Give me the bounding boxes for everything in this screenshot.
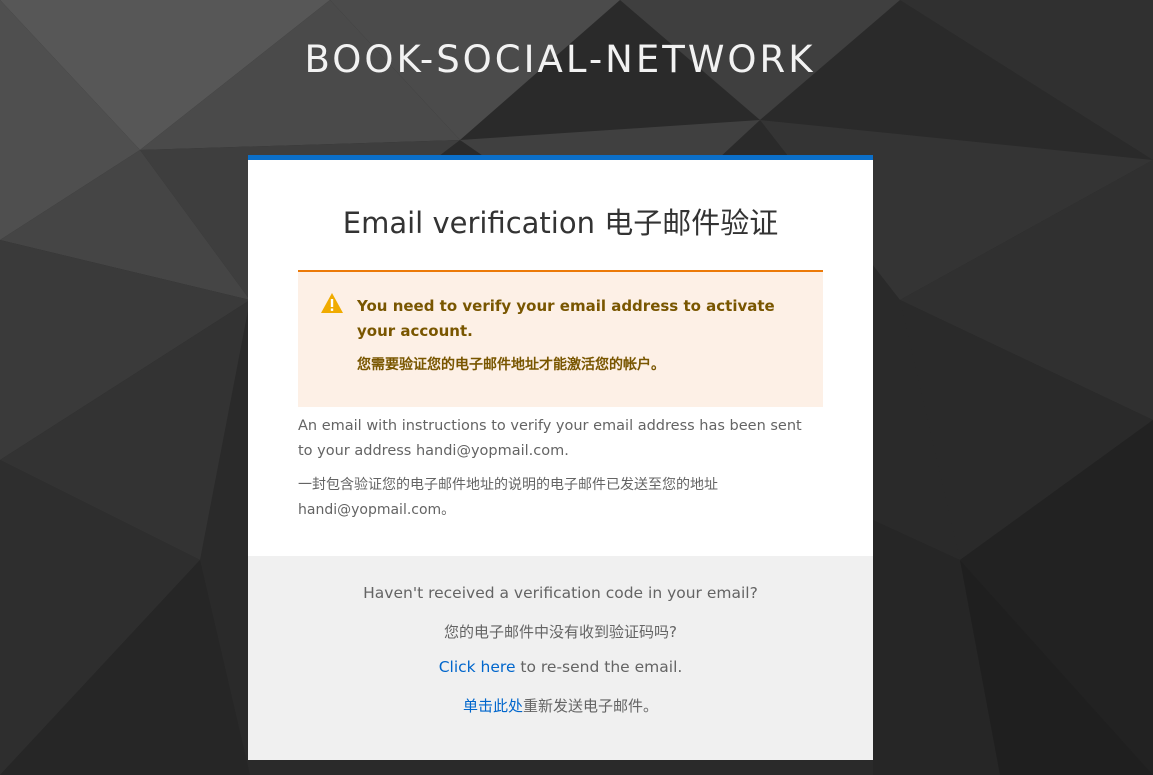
resend-text: to re-send the email. — [515, 658, 683, 676]
resend-line-zh: 单击此处重新发送电子邮件。 — [248, 695, 873, 716]
page-title: Email verification 电子邮件验证 — [342, 206, 779, 240]
alert-message-zh: 您需要验证您的电子邮件地址才能激活您的帐户。 — [357, 357, 665, 373]
verification-card: Email verification 电子邮件验证 You need to ve… — [248, 155, 873, 760]
resend-question: Haven't received a verification code in … — [363, 584, 758, 602]
alert-message: You need to verify your email address to… — [357, 297, 775, 340]
resend-line: Click here to re-send the email. — [248, 658, 873, 676]
warning-triangle-icon — [321, 293, 343, 313]
warning-alert: You need to verify your email address to… — [298, 270, 823, 407]
resend-question-zh: 您的电子邮件中没有收到验证码吗? — [444, 623, 677, 641]
brand-title: BOOK-SOCIAL-NETWORK — [304, 38, 816, 81]
resend-section: Haven't received a verification code in … — [248, 556, 873, 760]
instructions-text-zh: 一封包含验证您的电子邮件地址的说明的电子邮件已发送至您的地址 handi@yop… — [298, 477, 718, 518]
resend-text-zh: 重新发送电子邮件。 — [523, 697, 659, 715]
instructions-text: An email with instructions to verify you… — [298, 418, 802, 459]
resend-link-zh[interactable]: 单击此处 — [463, 697, 523, 715]
resend-link[interactable]: Click here — [439, 658, 516, 676]
